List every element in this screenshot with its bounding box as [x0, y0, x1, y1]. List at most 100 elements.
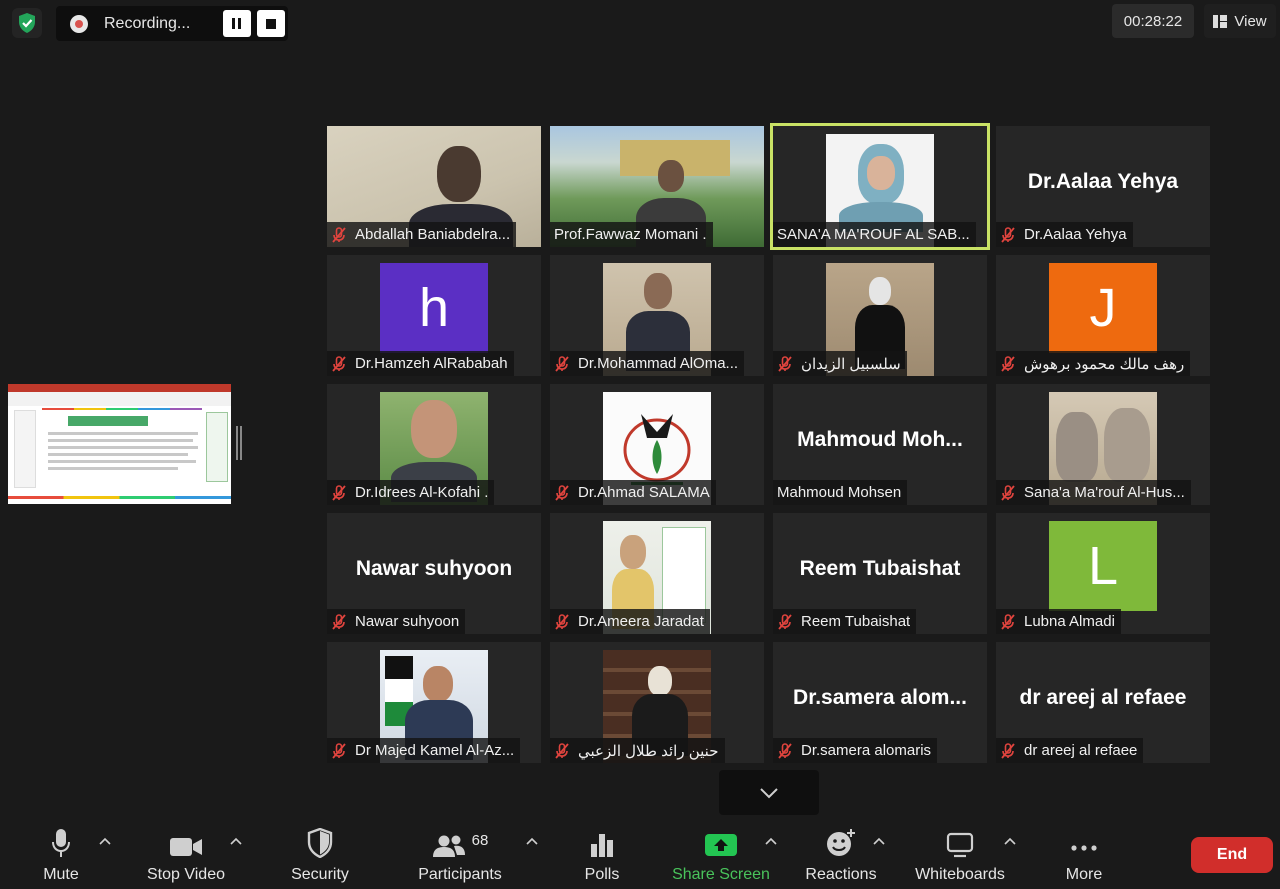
polls-label: Polls [584, 866, 620, 883]
participant-name: Dr.Hamzeh AlRababah [355, 355, 508, 372]
smiley-plus-icon [827, 829, 855, 856]
participant-tile[interactable]: h Dr.Hamzeh AlRababah [327, 255, 541, 376]
thumbnail-resize-handle[interactable] [236, 426, 242, 460]
avatar: h [380, 263, 488, 353]
participants-label: Participants [418, 866, 502, 883]
participant-name: حنين رائد طلال الزعبي [578, 742, 719, 760]
participant-name: رهف مالك محمود برهوش [1024, 355, 1185, 373]
pause-recording-button[interactable] [223, 10, 251, 37]
recording-indicator: Recording... [56, 6, 288, 41]
participant-name: Dr.Ahmad SALAMA [578, 484, 710, 501]
participant-name: Dr.Mohammad AlOma... [578, 355, 739, 372]
participant-namebar: SANA'A MA'ROUF AL SAB... [773, 222, 976, 247]
participant-display-name: Reem Tubaishat [799, 557, 961, 580]
participant-namebar: Dr.Mohammad AlOma... [550, 351, 745, 376]
mic-off-icon [332, 613, 346, 630]
participant-namebar: Prof.Fawwaz Momani . [550, 222, 713, 247]
meeting-timer: 00:28:22 [1112, 4, 1194, 38]
mic-off-icon [332, 226, 346, 243]
participant-tile[interactable]: Reem Tubaishat Reem Tubaishat [773, 513, 987, 634]
next-page-button[interactable] [719, 770, 819, 815]
whiteboards-button[interactable]: Whiteboards [908, 820, 1012, 889]
participant-tile[interactable]: Prof.Fawwaz Momani . [550, 126, 764, 247]
end-meeting-button[interactable]: End [1191, 837, 1273, 873]
video-camera-icon [170, 838, 202, 856]
participant-tile[interactable]: Dr.Aalaa Yehya Dr.Aalaa Yehya [996, 126, 1210, 247]
mic-off-icon [1001, 355, 1015, 372]
participant-namebar: رهف مالك محمود برهوش [996, 351, 1191, 376]
microphone-icon [52, 829, 70, 857]
security-label: Security [291, 866, 349, 883]
participant-display-name: Mahmoud Moh... [797, 428, 963, 451]
participant-namebar: Dr.Idrees Al-Kofahi . [327, 480, 495, 505]
participants-count: 68 [471, 832, 489, 849]
stop-recording-button[interactable] [257, 10, 285, 37]
participant-tile[interactable]: Dr.Ameera Jaradat [550, 513, 764, 634]
participant-namebar: Dr.Ahmad SALAMA [550, 480, 716, 505]
participant-name: Dr.Idrees Al-Kofahi . [355, 484, 489, 501]
participant-name: Dr Majed Kamel Al-Az... [355, 742, 515, 759]
participant-name: Lubna Almadi [1024, 613, 1115, 630]
participant-tile[interactable]: J رهف مالك محمود برهوش [996, 255, 1210, 376]
view-grid-icon [1213, 14, 1228, 28]
mute-button[interactable]: Mute [28, 820, 94, 889]
participants-options-caret-icon[interactable] [525, 834, 539, 848]
participant-tile[interactable]: Dr Majed Kamel Al-Az... [327, 642, 541, 763]
participant-namebar: Nawar suhyoon [327, 609, 466, 634]
recording-label: Recording... [104, 15, 191, 32]
video-options-caret-icon[interactable] [229, 834, 243, 848]
participant-namebar: Dr.samera alomaris [773, 738, 938, 763]
mic-off-icon [778, 742, 792, 759]
whiteboards-options-caret-icon[interactable] [1003, 834, 1017, 848]
mic-off-icon [332, 742, 346, 759]
share-screen-label: Share Screen [672, 866, 770, 883]
chevron-down-icon [760, 787, 778, 798]
share-options-caret-icon[interactable] [764, 834, 778, 848]
participant-name: Prof.Fawwaz Momani . [554, 226, 707, 243]
participant-namebar: Lubna Almadi [996, 609, 1121, 634]
participant-tile[interactable]: Dr.Mohammad AlOma... [550, 255, 764, 376]
participant-tile[interactable]: Sana'a Ma'rouf Al-Hus... [996, 384, 1210, 505]
participant-name: Mahmoud Mohsen [777, 484, 902, 501]
avatar: J [1049, 263, 1157, 353]
participant-namebar: Abdallah Baniabdelra... [327, 222, 517, 247]
shared-screen-thumbnail[interactable] [8, 384, 231, 504]
participant-display-name: Dr.samera alom... [793, 686, 967, 709]
participant-tile[interactable]: L Lubna Almadi [996, 513, 1210, 634]
participant-name: Nawar suhyoon [355, 613, 460, 630]
participant-tile[interactable]: Dr.Ahmad SALAMA [550, 384, 764, 505]
participant-tile[interactable]: dr areej al refaee dr areej al refaee [996, 642, 1210, 763]
participant-tile[interactable]: Nawar suhyoon Nawar suhyoon [327, 513, 541, 634]
participant-name: Dr.Ameera Jaradat [578, 613, 704, 630]
share-screen-button[interactable]: Share Screen [668, 820, 774, 889]
participant-tile-active-speaker[interactable]: SANA'A MA'ROUF AL SAB... [770, 123, 990, 250]
participant-tile[interactable]: Dr.Idrees Al-Kofahi . [327, 384, 541, 505]
reactions-options-caret-icon[interactable] [872, 834, 886, 848]
participant-tile[interactable]: Abdallah Baniabdelra... [327, 126, 541, 247]
mic-off-icon [555, 484, 569, 501]
participants-button[interactable]: 68 Participants [410, 820, 510, 889]
more-button[interactable]: More [1058, 820, 1110, 889]
meeting-toolbar: Mute Stop Video Security 68 Participants… [0, 820, 1280, 889]
avatar: L [1049, 521, 1157, 611]
stop-video-button[interactable]: Stop Video [140, 820, 232, 889]
participant-tile[interactable]: Dr.samera alom... Dr.samera alomaris [773, 642, 987, 763]
people-icon [432, 835, 465, 857]
participant-name: SANA'A MA'ROUF AL SAB... [777, 226, 970, 243]
participant-tile[interactable]: سلسبيل الزيدان [773, 255, 987, 376]
view-label: View [1234, 12, 1267, 30]
shield-icon [307, 828, 333, 858]
participant-namebar: Reem Tubaishat [773, 609, 917, 634]
participant-name: Sana'a Ma'rouf Al-Hus... [1024, 484, 1185, 501]
security-button[interactable]: Security [284, 820, 356, 889]
participant-tile[interactable]: Mahmoud Moh... Mahmoud Mohsen [773, 384, 987, 505]
mic-off-icon [1001, 742, 1015, 759]
encryption-shield-icon[interactable] [12, 8, 42, 38]
participant-tile[interactable]: حنين رائد طلال الزعبي [550, 642, 764, 763]
mute-options-caret-icon[interactable] [98, 834, 112, 848]
polls-button[interactable]: Polls [574, 820, 630, 889]
participant-display-name: Nawar suhyoon [355, 557, 513, 580]
reactions-button[interactable]: Reactions [800, 820, 882, 889]
reactions-label: Reactions [805, 866, 877, 883]
view-button[interactable]: View [1204, 4, 1276, 38]
